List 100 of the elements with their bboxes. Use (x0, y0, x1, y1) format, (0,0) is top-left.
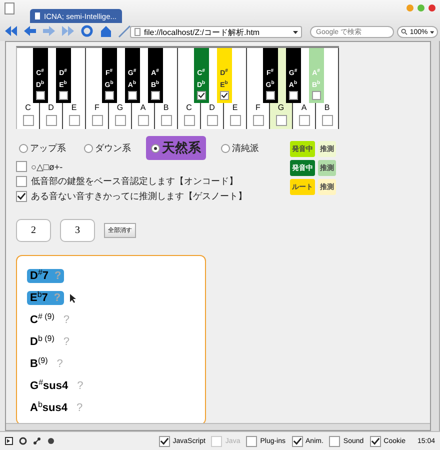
sidebar-icon[interactable] (5, 437, 13, 445)
checkbox[interactable] (206, 115, 218, 126)
key-label: C (186, 103, 192, 112)
natural-key[interactable]: E (63, 103, 86, 129)
checkbox[interactable] (150, 91, 160, 100)
natural-key[interactable]: F (86, 103, 109, 129)
radio-button[interactable] (151, 144, 160, 152)
chord-item[interactable]: E$^{b}$7 ? (27, 291, 64, 306)
checkbox[interactable] (298, 115, 310, 126)
natural-key[interactable]: G (270, 103, 293, 129)
natural-key[interactable]: D (201, 103, 224, 129)
key-label: B (324, 103, 330, 112)
checkbox[interactable] (266, 91, 274, 100)
natural-key-top[interactable] (324, 48, 339, 103)
checkbox[interactable] (312, 91, 320, 100)
dropdown-icon[interactable] (293, 30, 298, 34)
key-label: F (256, 103, 260, 112)
chord-item[interactable]: G$^{#}$sus4 (27, 378, 72, 393)
check-icon (160, 436, 169, 446)
chord-item[interactable]: C$^{# (9)}$ (27, 313, 58, 328)
checkbox[interactable] (158, 436, 170, 446)
natural-key-top[interactable] (162, 48, 178, 103)
checkbox[interactable] (276, 115, 286, 126)
check-icon (198, 91, 204, 100)
natural-key[interactable]: D (40, 103, 63, 129)
chord-item[interactable]: D$^{b (9)}$ (27, 335, 58, 349)
key-label: F (94, 103, 100, 112)
key-label: E (71, 103, 77, 112)
key-label: D (48, 103, 54, 112)
check-icon (370, 436, 380, 446)
radio-option[interactable]: ダウン系 (81, 140, 134, 156)
natural-key[interactable]: F (247, 103, 270, 129)
key-label: C (25, 103, 31, 112)
radio-option[interactable]: アップ系 (16, 140, 69, 156)
checkbox[interactable] (329, 436, 340, 446)
natural-key[interactable]: E (224, 103, 247, 129)
vertical-scrollbar[interactable] (431, 41, 440, 431)
key-label: G (278, 103, 284, 112)
natural-key[interactable]: A (293, 103, 316, 129)
checkbox[interactable] (16, 176, 27, 187)
natural-key[interactable]: C (17, 103, 40, 129)
radio-option[interactable]: 天然系 (146, 136, 206, 160)
checkbox[interactable] (92, 115, 102, 126)
key-label: D (209, 103, 215, 112)
radio-button[interactable] (84, 144, 93, 152)
checkbox[interactable] (160, 115, 172, 126)
chord-item[interactable]: D$^{#}$7 ? (27, 269, 64, 284)
back-icon[interactable] (23, 25, 37, 38)
address-bar[interactable]: file://localhost/Z:/コード解析.htm (130, 26, 302, 38)
natural-key[interactable]: B (316, 103, 339, 129)
checkbox[interactable] (322, 115, 332, 126)
checkbox[interactable] (104, 91, 114, 100)
page-icon (4, 2, 15, 15)
checkbox[interactable] (16, 191, 27, 202)
natural-key-top[interactable] (232, 48, 247, 103)
home-icon[interactable] (99, 25, 113, 38)
checkbox[interactable] (22, 115, 34, 126)
option-label: 低音部の鍵盤をベース音認定します【オンコード】 (31, 175, 238, 188)
checkbox[interactable] (220, 91, 228, 100)
network-icon[interactable] (33, 437, 41, 445)
checkbox[interactable] (252, 115, 264, 126)
number-field[interactable]: 3 (60, 219, 95, 242)
option-label: ○△□ø+- (31, 162, 63, 172)
checkbox[interactable] (114, 115, 126, 126)
check-icon (292, 436, 302, 446)
checkbox[interactable] (230, 115, 240, 126)
number-field[interactable]: 2 (16, 219, 51, 242)
key-label: A (140, 103, 146, 112)
key-label: B (163, 103, 169, 112)
checkbox[interactable] (184, 115, 194, 126)
page-icon (34, 12, 41, 20)
checkbox[interactable] (46, 115, 56, 126)
natural-key[interactable]: G (109, 103, 132, 129)
radio-option[interactable]: 清純派 (218, 140, 262, 156)
natural-key-top[interactable] (70, 48, 86, 103)
checkbox[interactable] (246, 436, 258, 446)
natural-key[interactable]: A (132, 103, 155, 129)
reload-icon[interactable] (80, 25, 94, 38)
check-icon (17, 192, 26, 201)
checkbox[interactable] (292, 436, 303, 446)
checkbox[interactable] (58, 91, 68, 100)
horizontal-scrollbar[interactable] (6, 423, 430, 430)
radio-button[interactable] (19, 144, 28, 152)
natural-key[interactable]: B (155, 103, 178, 129)
checkbox[interactable] (16, 161, 27, 172)
radio-button[interactable] (221, 144, 230, 152)
checkbox[interactable] (128, 91, 136, 100)
chord-item[interactable]: A$^{b}$sus4 (27, 400, 70, 415)
checkbox[interactable] (138, 115, 148, 126)
page-icon (134, 28, 141, 36)
checkbox[interactable] (196, 91, 206, 100)
checkbox[interactable] (68, 115, 80, 126)
rewind-icon[interactable] (4, 25, 18, 38)
chord-item[interactable]: B$^{(9)}$ (27, 356, 51, 371)
dropdown-icon (430, 30, 434, 34)
natural-key[interactable]: C (178, 103, 201, 129)
checkbox[interactable] (288, 91, 298, 100)
key-label: E (232, 103, 238, 112)
checkbox[interactable] (370, 436, 381, 446)
checkbox[interactable] (36, 91, 44, 100)
